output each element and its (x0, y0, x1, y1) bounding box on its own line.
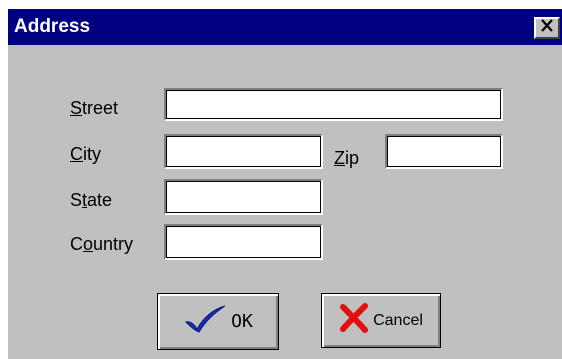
checkmark-icon (183, 304, 227, 339)
cancel-button[interactable]: Cancel (321, 293, 441, 348)
country-input[interactable] (164, 224, 323, 260)
zip-label: Zip (334, 148, 360, 168)
title-bar[interactable]: Address (8, 9, 562, 45)
street-label: Street (70, 98, 119, 118)
city-label: City (70, 144, 101, 164)
x-icon (339, 303, 369, 338)
close-button[interactable] (534, 17, 560, 39)
ok-button[interactable]: OK (157, 293, 279, 350)
street-input[interactable] (164, 88, 503, 121)
zip-input[interactable] (385, 134, 503, 169)
ok-label: OK (231, 311, 253, 332)
cancel-label: Cancel (373, 311, 423, 329)
window-title: Address (14, 16, 91, 37)
state-label: State (70, 190, 113, 210)
address-dialog: Address Street City Zip State Country OK (6, 7, 562, 359)
state-input[interactable] (164, 179, 323, 215)
city-input[interactable] (164, 134, 323, 169)
close-icon (540, 19, 554, 37)
country-label: Country (70, 234, 134, 254)
